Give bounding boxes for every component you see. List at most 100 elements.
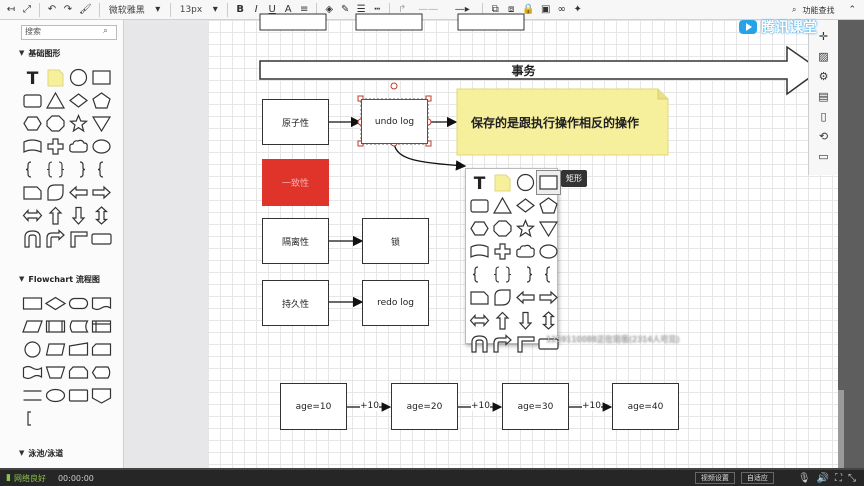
shape-corner-icon[interactable]	[514, 332, 537, 355]
shape-lrarrow-icon[interactable]	[21, 204, 44, 227]
shape-fc-loop-icon[interactable]	[67, 361, 90, 384]
comment-icon[interactable]: ▭	[815, 148, 833, 165]
shape-udarrow-icon[interactable]	[537, 309, 560, 332]
shape-uturn2-icon[interactable]	[491, 332, 514, 355]
shape-rarrow-icon[interactable]	[90, 181, 113, 204]
link-icon[interactable]: ∞	[555, 2, 569, 18]
shape-uturn-icon[interactable]	[21, 227, 44, 250]
line-color-icon[interactable]: ✎	[338, 2, 352, 18]
volume-icon[interactable]: 🔊	[817, 473, 829, 484]
video-settings-button[interactable]: 视频设置	[694, 472, 735, 484]
underline-button[interactable]: U	[265, 2, 279, 18]
shape-fc-doc-icon[interactable]	[90, 292, 113, 315]
microphone-icon[interactable]: 🎙	[798, 473, 811, 484]
adaptive-button[interactable]: 自适应	[740, 472, 774, 484]
vertical-scrollbar[interactable]	[838, 390, 844, 470]
shape-wrect-icon[interactable]	[90, 227, 113, 250]
connector-style-icon[interactable]: ↱	[395, 2, 409, 18]
shape-diamond-icon[interactable]	[67, 89, 90, 112]
box-age[interactable]: age=40	[612, 383, 679, 430]
shape-braces-icon[interactable]	[44, 158, 67, 181]
shape-octagon-icon[interactable]	[491, 217, 514, 240]
box-atomicity[interactable]: 原子性	[262, 99, 329, 145]
shape-rbrace-icon[interactable]	[514, 263, 537, 286]
bring-front-icon[interactable]: ⧉	[488, 2, 502, 18]
shape-rounded-icon[interactable]	[21, 89, 44, 112]
shape-circle-icon[interactable]	[67, 66, 90, 89]
shape-braces-icon[interactable]	[491, 263, 514, 286]
fill-color-icon[interactable]: ◈	[322, 2, 336, 18]
shape-lbrace-icon[interactable]	[468, 263, 491, 286]
shape-corner-icon[interactable]	[67, 227, 90, 250]
image-icon[interactable]: ▨	[815, 48, 833, 65]
shape-drop-icon[interactable]	[44, 181, 67, 204]
shape-rect-icon[interactable]	[90, 66, 113, 89]
shape-fc-term-icon[interactable]	[67, 292, 90, 315]
crosshair-icon[interactable]: ✛	[815, 28, 833, 45]
section-swimlane[interactable]: ▼ 泳池/泳道	[19, 446, 123, 460]
shape-larrow-icon[interactable]	[514, 286, 537, 309]
shape-fc-data-icon[interactable]	[21, 315, 44, 338]
shape-banner-icon[interactable]	[21, 135, 44, 158]
shape-fc-card-icon[interactable]	[90, 338, 113, 361]
undo-icon[interactable]: ↶	[45, 2, 59, 18]
shape-cloud-icon[interactable]	[67, 135, 90, 158]
shape-rect-icon[interactable]	[536, 170, 561, 195]
shape-circle-icon[interactable]	[514, 171, 537, 194]
chevron-down-icon[interactable]: ▾	[208, 2, 222, 18]
shape-hexagon-icon[interactable]	[21, 112, 44, 135]
pages-icon[interactable]: ▤	[815, 88, 833, 105]
shape-invtriangle-icon[interactable]	[537, 217, 560, 240]
shape-rounded-icon[interactable]	[468, 194, 491, 217]
line-start-icon[interactable]: ——	[411, 2, 445, 18]
box-age[interactable]: age=30	[502, 383, 569, 430]
collapse-icon[interactable]: ⌃	[848, 5, 856, 15]
shape-fc-circle-icon[interactable]	[21, 338, 44, 361]
box-age[interactable]: age=10	[280, 383, 347, 430]
shape-cross-icon[interactable]	[491, 240, 514, 263]
shape-uarrow-icon[interactable]	[491, 309, 514, 332]
shape-lbrace-icon[interactable]	[21, 158, 44, 181]
shape-rarrow-icon[interactable]	[537, 286, 560, 309]
section-basic-shapes[interactable]: ▼ 基础图形	[19, 46, 123, 60]
shape-fc-ellipse-icon[interactable]	[44, 384, 67, 407]
italic-button[interactable]: I	[249, 2, 263, 18]
fullscreen-icon[interactable]: ⤢	[20, 2, 34, 18]
section-flowchart[interactable]: ▼ Flowchart 流程图	[19, 272, 123, 286]
shape-triangle-icon[interactable]	[491, 194, 514, 217]
shape-fc-bracket-icon[interactable]	[21, 407, 44, 430]
shape-uturn2-icon[interactable]	[44, 227, 67, 250]
redo-icon[interactable]: ↷	[61, 2, 75, 18]
shape-note-icon[interactable]	[44, 66, 67, 89]
shape-fc-offpage-icon[interactable]	[90, 384, 113, 407]
collapse-icon[interactable]: ⤡	[848, 473, 856, 484]
box-undo-log[interactable]: undo log	[361, 99, 428, 144]
shape-cloud-icon[interactable]	[514, 240, 537, 263]
shape-banner-icon[interactable]	[468, 240, 491, 263]
shape-ellipse-icon[interactable]	[537, 240, 560, 263]
shape-pentagon-icon[interactable]	[90, 89, 113, 112]
shape-octagon-icon[interactable]	[44, 112, 67, 135]
shape-rbrace-icon[interactable]	[67, 158, 90, 181]
font-size-select[interactable]: 13px	[176, 2, 207, 17]
search-icon[interactable]: ⌕	[792, 5, 796, 15]
shape-fc-predef-icon[interactable]	[44, 315, 67, 338]
format-icon[interactable]: ⚙	[815, 68, 833, 85]
lock-icon[interactable]: 🔒	[520, 2, 536, 18]
shape-triangle-icon[interactable]	[44, 89, 67, 112]
shape-fc-rect2-icon[interactable]	[67, 384, 90, 407]
shape-lrarrow-icon[interactable]	[468, 309, 491, 332]
shape-fc-internal-icon[interactable]	[90, 315, 113, 338]
back-arrow-icon[interactable]: ↤	[4, 2, 18, 18]
shape-udarrow-icon[interactable]	[90, 204, 113, 227]
align-icon[interactable]: ≡	[297, 2, 311, 18]
shape-fc-manual-icon[interactable]	[67, 338, 90, 361]
shape-text-icon[interactable]: T	[21, 66, 44, 89]
fullscreen-icon[interactable]: ⛶	[835, 473, 842, 484]
box-durability[interactable]: 持久性	[262, 280, 329, 326]
text-color-icon[interactable]: A	[281, 2, 295, 18]
shape-fc-diamond-icon[interactable]	[44, 292, 67, 315]
shape-fc-tape2-icon[interactable]	[21, 361, 44, 384]
shape-invtriangle-icon[interactable]	[90, 112, 113, 135]
shape-drop-icon[interactable]	[491, 286, 514, 309]
